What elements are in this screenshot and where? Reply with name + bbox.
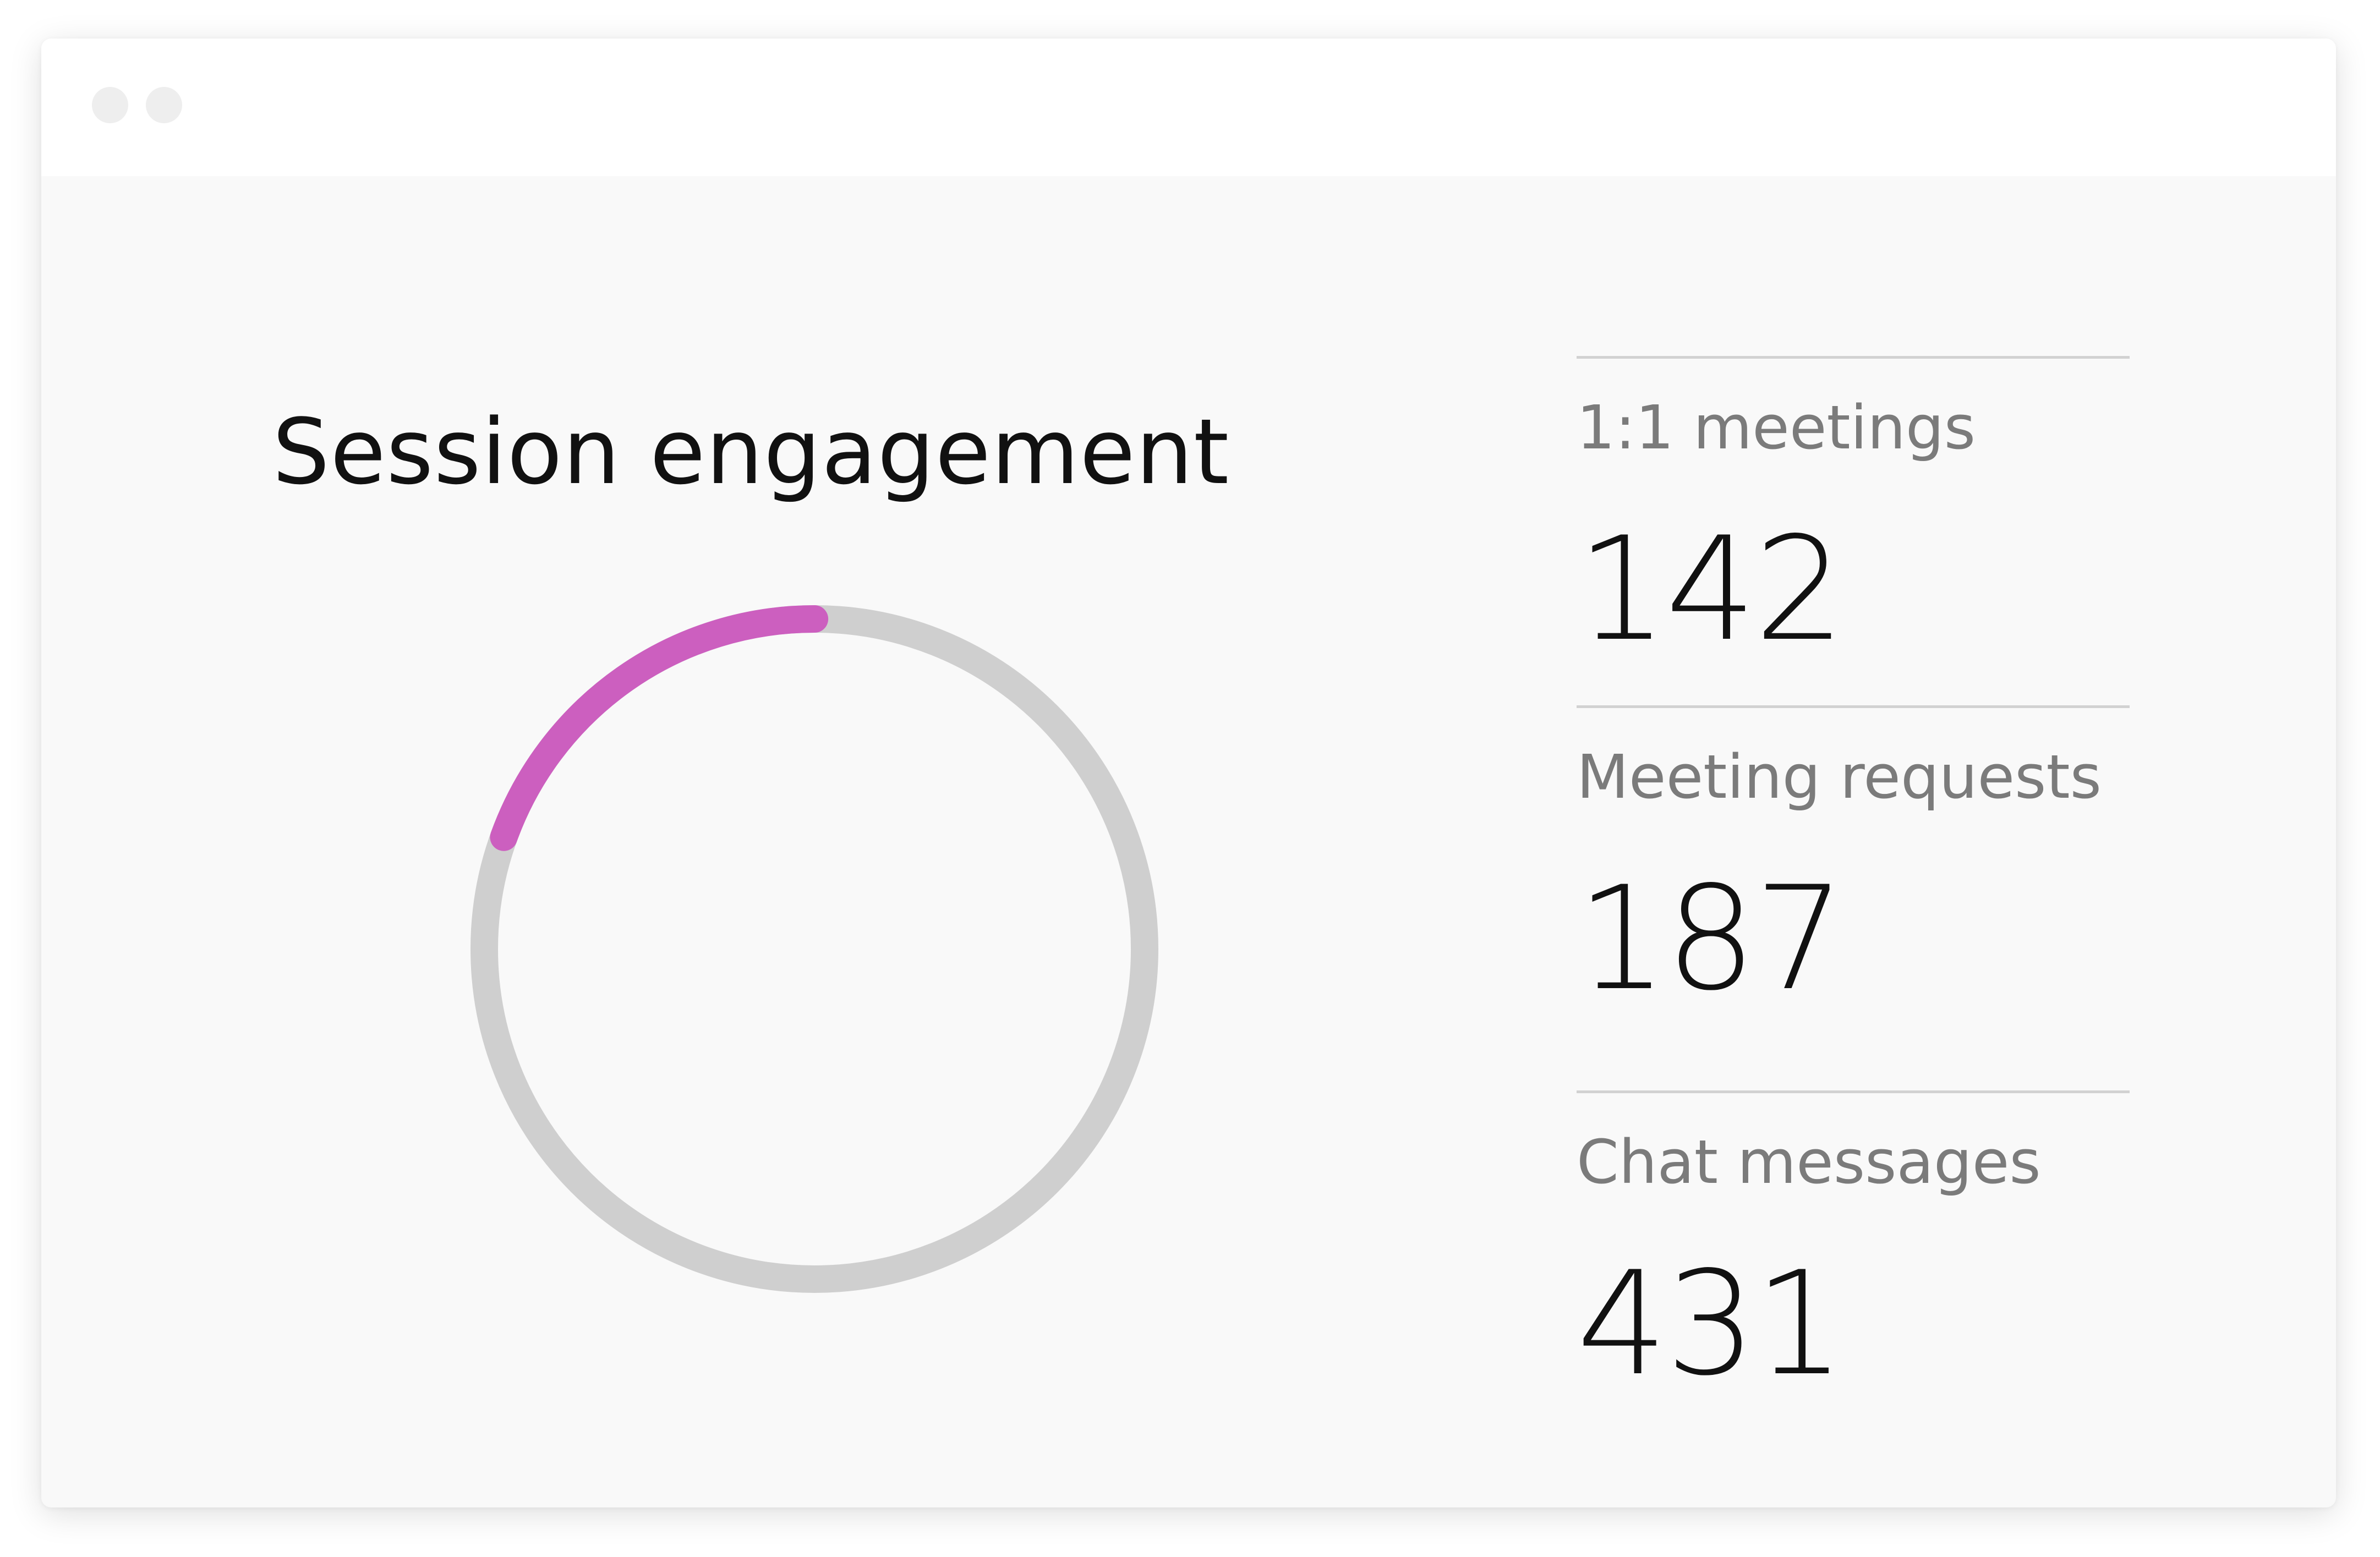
dashboard-content: Session engagement 1:1 meetings 142 Meet… — [41, 176, 2336, 1507]
stat-item-one-on-one-meetings: 1:1 meetings 142 — [1577, 356, 2130, 661]
donut-highlight-segment — [470, 605, 1158, 1293]
stat-label: 1:1 meetings — [1577, 392, 1976, 463]
stat-label: Chat messages — [1577, 1127, 2041, 1197]
window-control-dot[interactable] — [92, 87, 128, 123]
stat-value: 431 — [1577, 1241, 1845, 1407]
stat-label: Meeting requests — [1577, 742, 2102, 812]
stat-value: 142 — [1577, 507, 1845, 673]
window-titlebar — [41, 39, 2336, 176]
donut-svg — [470, 605, 1158, 1293]
app-window: Session engagement 1:1 meetings 142 Meet… — [41, 39, 2336, 1507]
stat-item-chat-messages: Chat messages 431 — [1577, 1090, 2130, 1396]
chart-title: Session engagement — [272, 399, 1230, 505]
stat-value: 187 — [1577, 856, 1845, 1022]
stat-item-meeting-requests: Meeting requests 187 — [1577, 705, 2130, 1011]
engagement-donut-chart — [457, 591, 1172, 1307]
window-control-dot[interactable] — [146, 87, 182, 123]
